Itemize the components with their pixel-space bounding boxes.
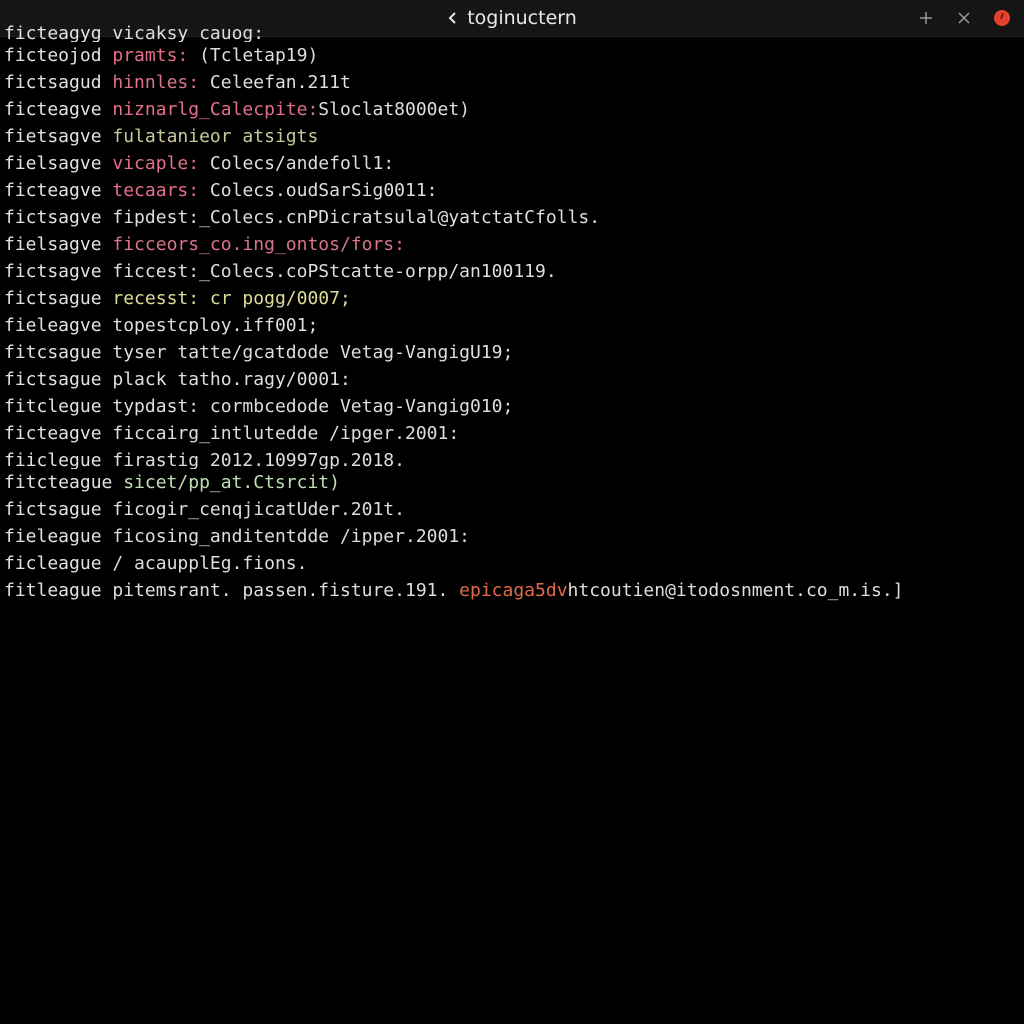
terminal-line: ficteagve niznarlg_Calecpite:Sloclat8000…	[4, 96, 1020, 123]
line-text: firastig_2012.10997gp.2018.	[101, 450, 405, 469]
terminal-line: fitclegue typdast: cormbcedode Vetag-Van…	[4, 393, 1020, 420]
line-prefix: fiiclegue	[4, 450, 102, 469]
line-text: pitemsrant. passen.fisture.191.	[101, 580, 449, 601]
line-prefix: fictsagve	[4, 261, 102, 282]
line-prefix: fitcsague	[4, 342, 102, 363]
line-text: topestcploy.iff001;	[101, 315, 319, 336]
terminal-line: fieleagve topestcploy.iff001;	[4, 312, 1020, 339]
terminal-line: ficteagve ficcairg_intlutedde /ipger.200…	[4, 420, 1020, 447]
line-prefix: ficteagyg	[4, 23, 102, 42]
line-prefix: fieleague	[4, 526, 102, 547]
line-prefix: fielsagve	[4, 153, 102, 174]
line-text: (Tcletap19)	[188, 45, 319, 66]
line-text: Colecs/andefoll1:	[199, 153, 395, 174]
line-prefix: fictsague	[4, 369, 102, 390]
terminal-line: fitcteague sicet/pp_at.Ctsrcit)	[4, 469, 1020, 496]
terminal-line: fiiclegue firastig_2012.10997gp.2018.	[4, 447, 1020, 469]
line-prefix: ficteagve	[4, 423, 102, 444]
line-text: fulatanieor atsigts	[101, 126, 319, 147]
line-text: ficcairg_intlutedde /ipger.2001:	[101, 423, 460, 444]
terminal-line: ficteagyg vicaksy_cauog:	[4, 20, 1020, 42]
line-highlight: epicaga5dv	[448, 580, 568, 601]
line-key: tecaars:	[101, 180, 200, 201]
terminal-line: fictsague recesst: cr pogg/0007;	[4, 285, 1020, 312]
line-prefix: ficteagve	[4, 180, 102, 201]
line-key: vicaple:	[101, 153, 200, 174]
terminal-line: fietsagve fulatanieor atsigts	[4, 123, 1020, 150]
line-prefix: ficleague	[4, 553, 102, 574]
terminal-line: ficteagve tecaars: Colecs.oudSarSig0011:	[4, 177, 1020, 204]
terminal-line: ficteojod pramts: (Tcletap19)	[4, 42, 1020, 69]
line-tail: htcoutien@itodosnment.co_m.is.]	[567, 580, 904, 601]
line-key: hinnles:	[101, 72, 200, 93]
line-text: plack tatho.ragy/0001:	[101, 369, 351, 390]
terminal-output[interactable]: ficteagyg vicaksy_cauog: ficteojod pramts…	[4, 23, 1020, 604]
terminal-line: fitleague pitemsrant. passen.fisture.191…	[4, 577, 1020, 604]
terminal-line: fictsague ficogir_cenqjicatUder.201t.	[4, 496, 1020, 523]
terminal-line: fictsagud hinnles: Celeefan.211t	[4, 69, 1020, 96]
terminal-line: fitcsague tyser tatte/gcatdode Vetag-Van…	[4, 339, 1020, 366]
line-prefix: fictsague	[4, 288, 102, 309]
line-text: / acaupplEg.fions.	[101, 553, 308, 574]
line-text: fipdest:_Colecs.cnPDicratsulal@yatctatCf…	[101, 207, 601, 228]
line-text: ficceors_co.ing_ontos/fors:	[101, 234, 405, 255]
line-prefix: fieleagve	[4, 315, 102, 336]
line-text: ficosing_anditentdde /ipper.2001:	[101, 526, 471, 547]
line-prefix: fitcteague	[4, 472, 113, 493]
line-text: typdast: cormbcedode Vetag-Vangig010;	[101, 396, 514, 417]
line-prefix: fictsague	[4, 499, 102, 520]
terminal-line: ficleague / acaupplEg.fions.	[4, 550, 1020, 577]
terminal-line: fieleague ficosing_anditentdde /ipper.20…	[4, 523, 1020, 550]
terminal-line: fielsagve ficceors_co.ing_ontos/fors:	[4, 231, 1020, 258]
terminal-line: fictsague plack tatho.ragy/0001:	[4, 366, 1020, 393]
line-text: Sloclat8000et)	[318, 99, 471, 120]
line-text: recesst: cr pogg/0007;	[101, 288, 351, 309]
line-text: vicaksy_cauog:	[101, 23, 265, 42]
line-prefix: fietsagve	[4, 126, 102, 147]
line-text: Colecs.oudSarSig0011:	[199, 180, 438, 201]
line-prefix: ficteojod	[4, 45, 102, 66]
line-text: tyser tatte/gcatdode Vetag-VangigU19;	[101, 342, 514, 363]
line-prefix: ficteagve	[4, 99, 102, 120]
line-text: ficogir_cenqjicatUder.201t.	[101, 499, 405, 520]
line-prefix: fictsagve	[4, 207, 102, 228]
line-prefix: fitclegue	[4, 396, 102, 417]
line-key: niznarlg_Calecpite:	[101, 99, 319, 120]
line-text: sicet/pp_at.Ctsrcit)	[112, 472, 340, 493]
terminal-line: fielsagve vicaple: Colecs/andefoll1:	[4, 150, 1020, 177]
terminal-line: fictsagve ficcest:_Colecs.coPStcatte-orp…	[4, 258, 1020, 285]
line-key: pramts:	[101, 45, 189, 66]
line-text: Celeefan.211t	[199, 72, 351, 93]
terminal-line: fictsagve fipdest:_Colecs.cnPDicratsulal…	[4, 204, 1020, 231]
line-prefix: fielsagve	[4, 234, 102, 255]
line-text: ficcest:_Colecs.coPStcatte-orpp/an100119…	[101, 261, 557, 282]
terminal-window: toginuctern ficteagyg vicaksy_cauog: fict…	[0, 0, 1024, 1024]
line-prefix: fictsagud	[4, 72, 102, 93]
line-prefix: fitleague	[4, 580, 102, 601]
